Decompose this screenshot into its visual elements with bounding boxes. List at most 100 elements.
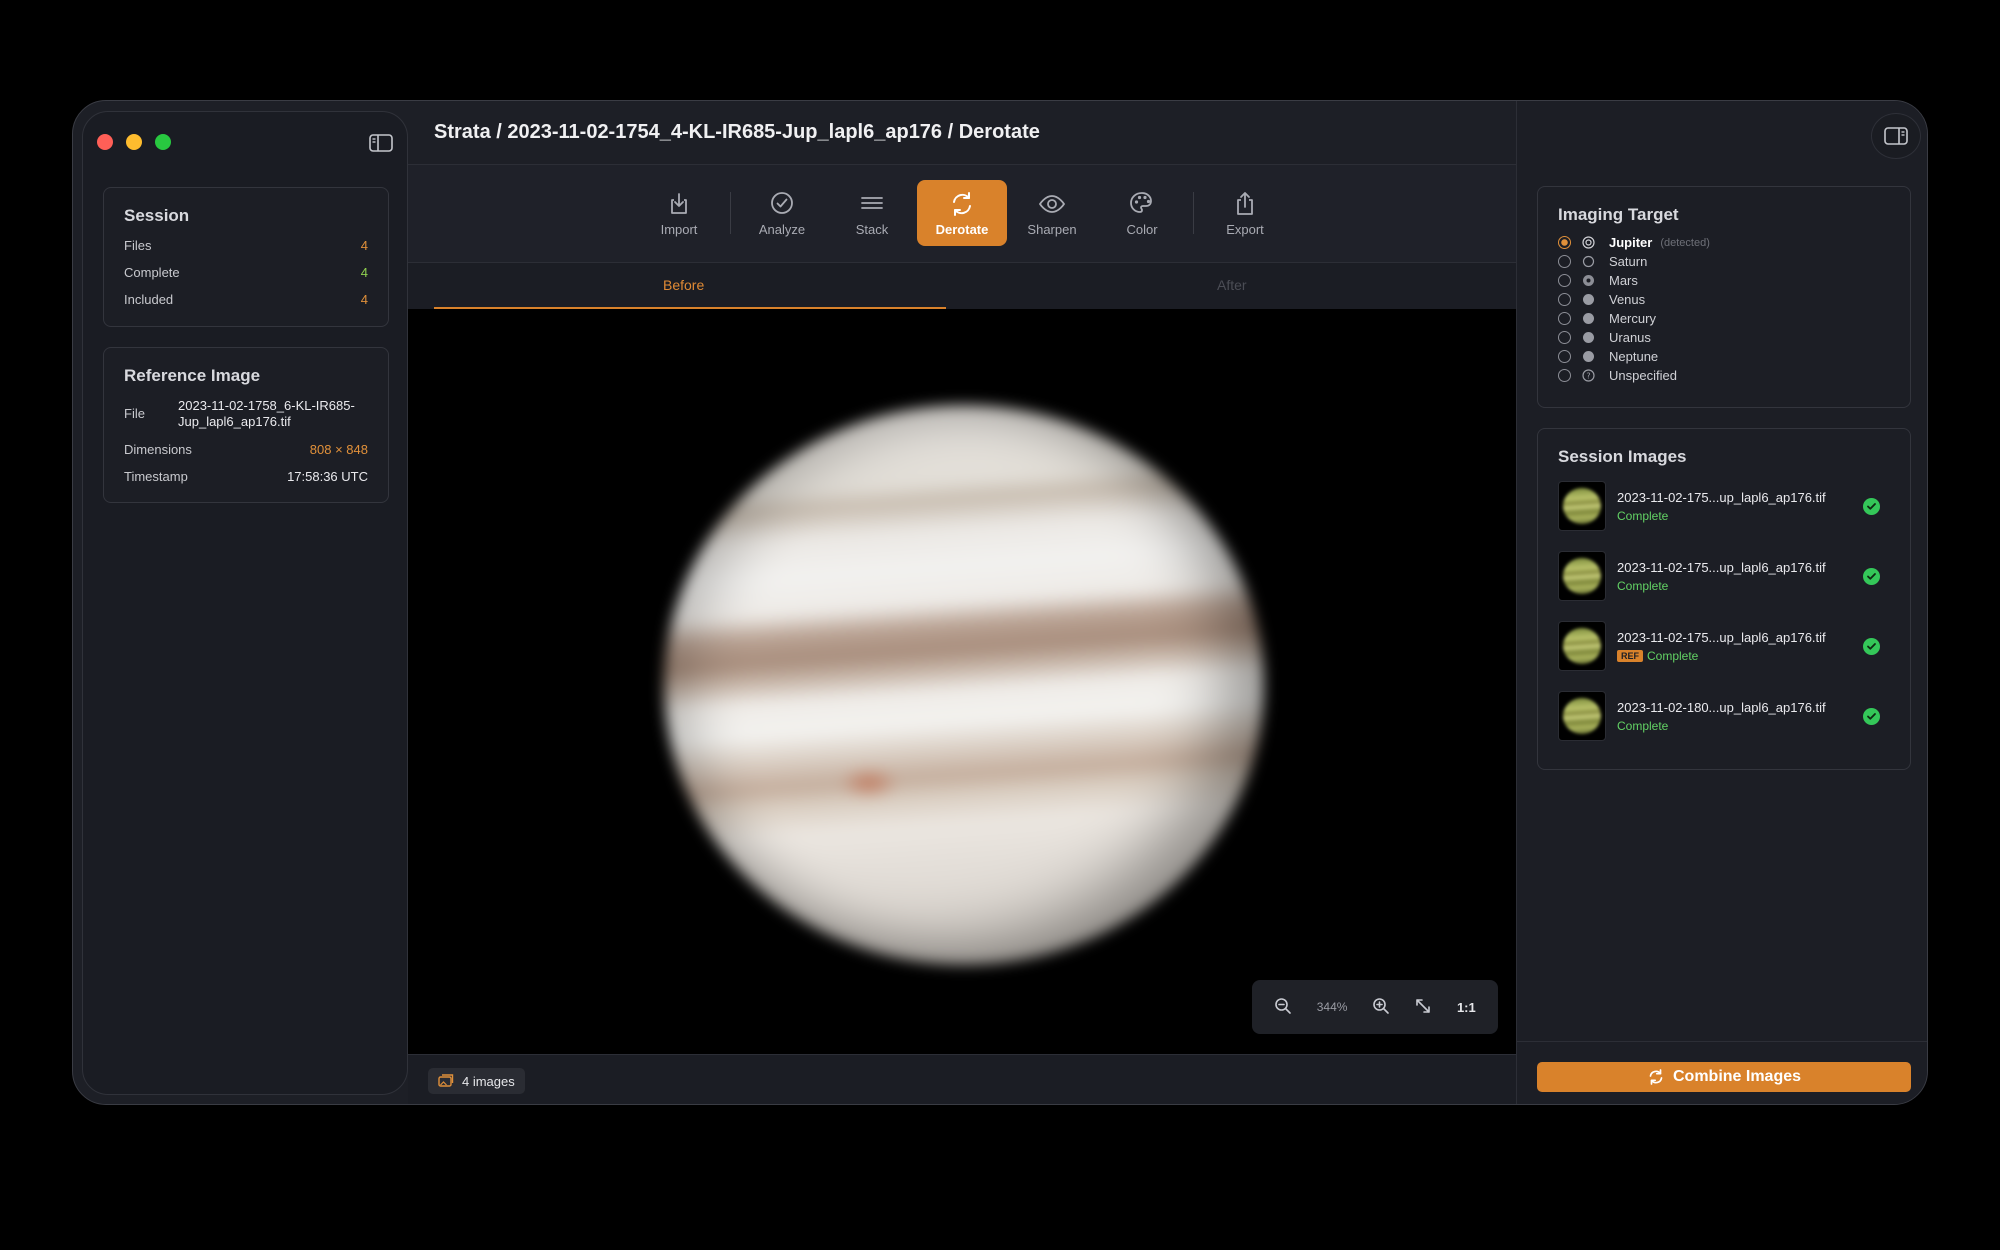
- session-image-status: Complete: [1617, 509, 1863, 523]
- target-option-venus[interactable]: Venus: [1558, 290, 1890, 309]
- radio-unselected[interactable]: [1558, 350, 1571, 363]
- photo-stack-icon: [438, 1074, 454, 1087]
- tool-analyze-button[interactable]: Analyze: [737, 180, 827, 246]
- target-option-mars[interactable]: Mars: [1558, 271, 1890, 290]
- target-option-uranus[interactable]: Uranus: [1558, 328, 1890, 347]
- image-thumbnail: [1558, 691, 1606, 741]
- radio-unselected[interactable]: [1558, 331, 1571, 344]
- session-image-item[interactable]: 2023-11-02-180...up_lapl6_ap176.tif Comp…: [1558, 691, 1890, 741]
- status-text: Complete: [1617, 718, 1669, 733]
- breadcrumb-title: Strata / 2023-11-02-1754_4-KL-IR685-Jup_…: [434, 121, 1040, 143]
- zoom-in-button[interactable]: [1372, 997, 1390, 1018]
- minimize-window-button[interactable]: [126, 134, 142, 150]
- session-image-item[interactable]: 2023-11-02-175...up_lapl6_ap176.tif Comp…: [1558, 481, 1890, 531]
- checkmark-icon: [1863, 637, 1880, 655]
- actual-size-button[interactable]: 1:1: [1457, 1000, 1476, 1015]
- target-option-saturn[interactable]: Saturn: [1558, 252, 1890, 271]
- target-option-jupiter[interactable]: Jupiter (detected): [1558, 233, 1890, 252]
- image-thumbnail: [1558, 481, 1606, 531]
- reference-dimensions-value: 808 × 848: [309, 442, 368, 457]
- radio-unselected[interactable]: [1558, 274, 1571, 287]
- ring-circle-icon: [1582, 255, 1595, 268]
- checkmark-circle-icon: [771, 191, 793, 214]
- zoom-out-button[interactable]: [1274, 997, 1292, 1018]
- session-image-status: Complete: [1617, 719, 1863, 733]
- reference-dimensions-label: Dimensions: [124, 442, 192, 457]
- tool-import-button[interactable]: Import: [634, 180, 724, 246]
- checkmark-icon: [1863, 707, 1880, 725]
- expand-arrows-icon: [1416, 998, 1431, 1013]
- radio-unselected[interactable]: [1558, 369, 1571, 382]
- sidebar-right-icon: [1884, 127, 1908, 145]
- reference-file-row: File 2023-11-02-1758_6-KL-IR685-Jup_lapl…: [124, 398, 368, 430]
- status-bar: 4 images: [408, 1054, 1516, 1104]
- session-included-value: 4: [360, 292, 368, 307]
- session-files-value: 4: [360, 238, 368, 253]
- sidebar-toggle-icon[interactable]: [369, 134, 393, 152]
- status-text: Complete: [1617, 508, 1669, 523]
- session-files-label: Files: [124, 238, 152, 253]
- tool-sharpen-button[interactable]: Sharpen: [1007, 180, 1097, 246]
- rotate-arrows-icon: [953, 191, 971, 216]
- zoom-level: 344%: [1316, 1000, 1348, 1014]
- session-complete-value: 4: [360, 265, 368, 280]
- tool-export-label: Export: [1226, 221, 1264, 237]
- session-images-heading: Session Images: [1558, 447, 1687, 466]
- inspector-toggle-button[interactable]: [1871, 113, 1921, 159]
- session-image-item[interactable]: 2023-11-02-175...up_lapl6_ap176.tif Comp…: [1558, 551, 1890, 601]
- session-card: Session Files 4 Complete 4 Included 4: [103, 187, 389, 327]
- session-included-row: Included 4: [124, 292, 368, 307]
- tool-derotate-label: Derotate: [935, 221, 989, 237]
- target-option-unspecified[interactable]: ? Unspecified: [1558, 366, 1890, 385]
- fit-to-window-button[interactable]: [1414, 997, 1432, 1018]
- tab-before[interactable]: Before: [663, 277, 704, 293]
- session-heading: Session: [124, 206, 190, 225]
- zoom-window-button[interactable]: [155, 134, 171, 150]
- session-image-name: 2023-11-02-175...up_lapl6_ap176.tif: [1617, 629, 1826, 645]
- svg-text:?: ?: [1586, 372, 1590, 381]
- session-included-label: Included: [124, 292, 174, 307]
- target-name: Uranus: [1609, 330, 1651, 345]
- session-complete-label: Complete: [124, 265, 180, 280]
- tool-export-button[interactable]: Export: [1200, 180, 1290, 246]
- reference-heading: Reference Image: [124, 366, 261, 385]
- tool-stack-button[interactable]: Stack: [827, 180, 917, 246]
- close-window-button[interactable]: [97, 134, 113, 150]
- tool-color-button[interactable]: Color: [1097, 180, 1187, 246]
- image-count-label: 4 images: [462, 1073, 515, 1089]
- reference-timestamp-label: Timestamp: [124, 469, 188, 484]
- title-bar: Strata / 2023-11-02-1754_4-KL-IR685-Jup_…: [408, 101, 1516, 165]
- target-option-neptune[interactable]: Neptune: [1558, 347, 1890, 366]
- combine-images-button[interactable]: Combine Images: [1537, 1062, 1911, 1092]
- toolbar-separator: [1193, 192, 1194, 234]
- image-viewer[interactable]: 344% 1:1: [408, 309, 1516, 1054]
- tool-derotate-button[interactable]: Derotate: [917, 180, 1007, 246]
- target-name: Unspecified: [1609, 368, 1677, 383]
- tool-analyze-label: Analyze: [758, 221, 806, 237]
- reference-dimensions-row: Dimensions 808 × 848: [124, 442, 368, 457]
- session-files-row: Files 4: [124, 238, 368, 253]
- filled-circle-icon: [1582, 331, 1595, 344]
- target-name: Saturn: [1609, 254, 1648, 269]
- radio-selected[interactable]: [1558, 236, 1571, 249]
- zoom-controls: 344% 1:1: [1252, 980, 1498, 1034]
- session-image-item[interactable]: 2023-11-02-175...up_lapl6_ap176.tif REF …: [1558, 621, 1890, 671]
- dot-circle-icon: [1582, 274, 1595, 287]
- main-area: Strata / 2023-11-02-1754_4-KL-IR685-Jup_…: [408, 101, 1516, 1104]
- radio-unselected[interactable]: [1558, 312, 1571, 325]
- radio-unselected[interactable]: [1558, 293, 1571, 306]
- target-name: Jupiter: [1609, 235, 1653, 250]
- question-circle-icon: ?: [1582, 369, 1595, 382]
- session-image-name: 2023-11-02-175...up_lapl6_ap176.tif: [1617, 489, 1826, 505]
- status-text: Complete: [1617, 578, 1669, 593]
- target-option-mercury[interactable]: Mercury: [1558, 309, 1890, 328]
- filled-circle-icon: [1582, 293, 1595, 306]
- combine-footer: Combine Images: [1517, 1041, 1927, 1104]
- radio-unselected[interactable]: [1558, 255, 1571, 268]
- tab-after[interactable]: After: [1217, 277, 1247, 293]
- zoom-in-icon: [1373, 997, 1389, 1014]
- eye-icon: [1038, 194, 1066, 213]
- target-circle-icon: [1582, 236, 1595, 249]
- session-image-status: Complete: [1617, 579, 1863, 593]
- left-sidebar: Session Files 4 Complete 4 Included 4 Re…: [82, 111, 408, 1095]
